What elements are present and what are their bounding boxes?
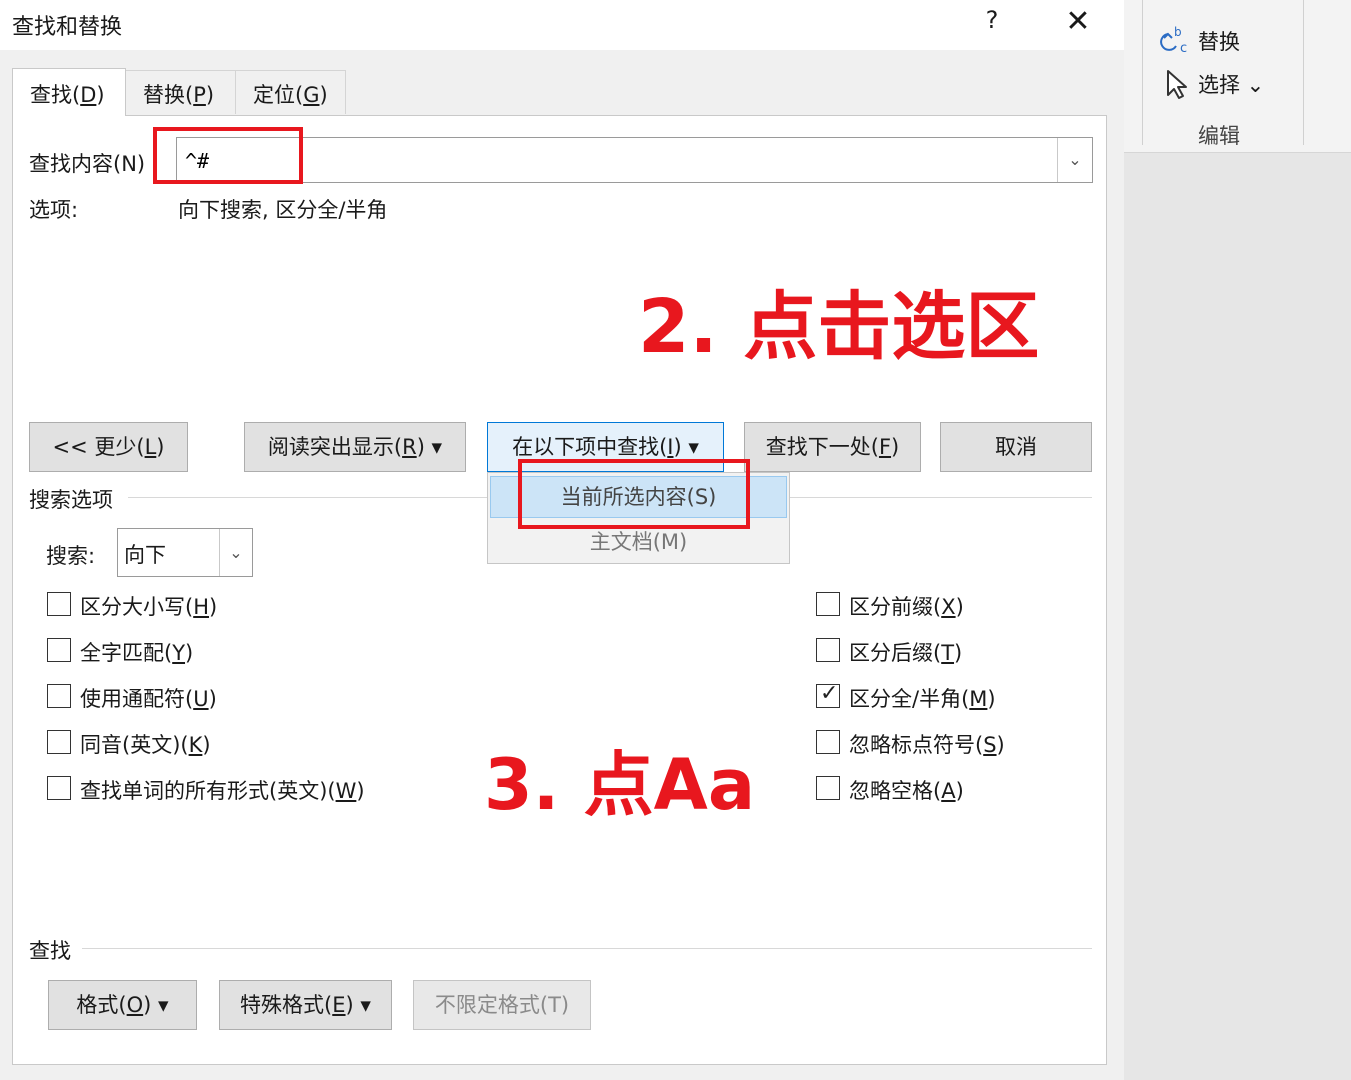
ribbon-find-partial[interactable] <box>1163 0 1283 8</box>
wildcards-label[interactable]: 使用通配符(U) <box>80 683 217 713</box>
find-what-label: 查找内容(N) <box>29 152 146 176</box>
close-icon: ✕ <box>1065 4 1091 39</box>
help-button[interactable]: ? <box>978 6 1006 40</box>
ribbon-select-button[interactable]: 选择 ⌄ <box>1160 66 1300 102</box>
checkbox-ignore-punctuation[interactable] <box>816 730 840 754</box>
ribbon-separator <box>1303 0 1304 145</box>
annotation-step3: 3. 点Aa <box>484 744 756 826</box>
chevron-down-icon: ⌄ <box>229 543 243 562</box>
annotation-step2: 2. 点击选区 <box>638 284 1040 370</box>
ribbon-replace-button[interactable]: b c 替换 <box>1160 22 1300 58</box>
find-replace-dialog: 查找和替换 ? ✕ 查找(D) 替换(P) 定位(G) 查找内容(N) ⌄ 选项… <box>0 0 1124 1080</box>
svg-text:c: c <box>1180 41 1187 56</box>
cancel-button[interactable]: 取消 <box>940 422 1092 472</box>
search-direction-label: 搜索: <box>46 544 96 568</box>
reading-highlight-button[interactable]: 阅读突出显示(R) ▾ <box>244 422 466 472</box>
find-group-heading: 查找 <box>29 939 71 963</box>
checkbox-wildcards[interactable] <box>47 684 71 708</box>
all-word-forms-label[interactable]: 查找单词的所有形式(英文)(W) <box>80 775 365 805</box>
svg-text:b: b <box>1174 25 1182 39</box>
match-width-label[interactable]: 区分全/半角(M) <box>849 683 996 713</box>
find-group-divider <box>82 948 1092 949</box>
tab-goto[interactable]: 定位(G) <box>236 70 346 114</box>
select-label: 选择 ⌄ <box>1198 73 1265 97</box>
ribbon-separator <box>1142 0 1143 145</box>
format-button[interactable]: 格式(O) ▾ <box>48 980 197 1030</box>
close-button[interactable]: ✕ <box>1058 2 1098 42</box>
search-options-heading: 搜索选项 <box>29 488 113 512</box>
match-suffix-label[interactable]: 区分后缀(T) <box>849 637 962 667</box>
search-direction-value: 向下 <box>124 543 166 567</box>
replace-label: 替换 <box>1198 30 1240 54</box>
chevron-down-icon: ⌄ <box>1068 150 1082 169</box>
checkbox-sounds-like[interactable] <box>47 730 71 754</box>
find-tab-panel <box>12 115 1107 1065</box>
replace-icon: b c <box>1160 25 1187 56</box>
ribbon-group-label: 编辑 <box>1198 124 1240 148</box>
tab-find[interactable]: 查找(D) <box>12 68 126 116</box>
document-area <box>1124 154 1351 1080</box>
checkmark-icon: ✓ <box>820 681 839 706</box>
special-button[interactable]: 特殊格式(E) ▾ <box>219 980 392 1030</box>
find-next-button[interactable]: 查找下一处(F) <box>744 422 921 472</box>
find-what-combo[interactable]: ⌄ <box>176 137 1093 183</box>
highlight-box-current-selection <box>518 459 750 529</box>
options-label: 选项: <box>29 198 79 222</box>
no-formatting-button[interactable]: 不限定格式(T) <box>413 980 591 1030</box>
find-history-dropdown[interactable]: ⌄ <box>1057 138 1092 182</box>
whole-word-label[interactable]: 全字匹配(Y) <box>80 637 193 667</box>
find-what-input[interactable] <box>183 144 1047 178</box>
tab-replace[interactable]: 替换(P) <box>126 70 236 114</box>
search-direction-select[interactable]: 向下 ⌄ <box>117 528 253 577</box>
direction-dropdown-button[interactable]: ⌄ <box>219 529 252 576</box>
checkbox-match-width[interactable]: ✓ <box>816 681 840 708</box>
options-value: 向下搜索, 区分全/半角 <box>178 198 388 222</box>
sounds-like-label[interactable]: 同音(英文)(K) <box>80 729 211 759</box>
checkbox-match-case[interactable] <box>47 592 71 616</box>
less-button[interactable]: << 更少(L) <box>29 422 188 472</box>
title-bar: 查找和替换 ? ✕ <box>0 0 1124 50</box>
checkbox-whole-word[interactable] <box>47 638 71 662</box>
ignore-punctuation-label[interactable]: 忽略标点符号(S) <box>849 729 1005 759</box>
cursor-arrow-icon <box>1167 70 1187 99</box>
checkbox-match-suffix[interactable] <box>816 638 840 662</box>
checkbox-all-word-forms[interactable] <box>47 776 71 800</box>
dialog-title: 查找和替换 <box>12 15 123 40</box>
find-icon <box>1163 0 1283 8</box>
checkbox-ignore-spaces[interactable] <box>816 776 840 800</box>
match-prefix-label[interactable]: 区分前缀(X) <box>849 591 964 621</box>
checkbox-match-prefix[interactable] <box>816 592 840 616</box>
match-case-label[interactable]: 区分大小写(H) <box>80 591 217 621</box>
highlight-box-find-input <box>153 127 303 184</box>
ignore-spaces-label[interactable]: 忽略空格(A) <box>849 775 964 805</box>
